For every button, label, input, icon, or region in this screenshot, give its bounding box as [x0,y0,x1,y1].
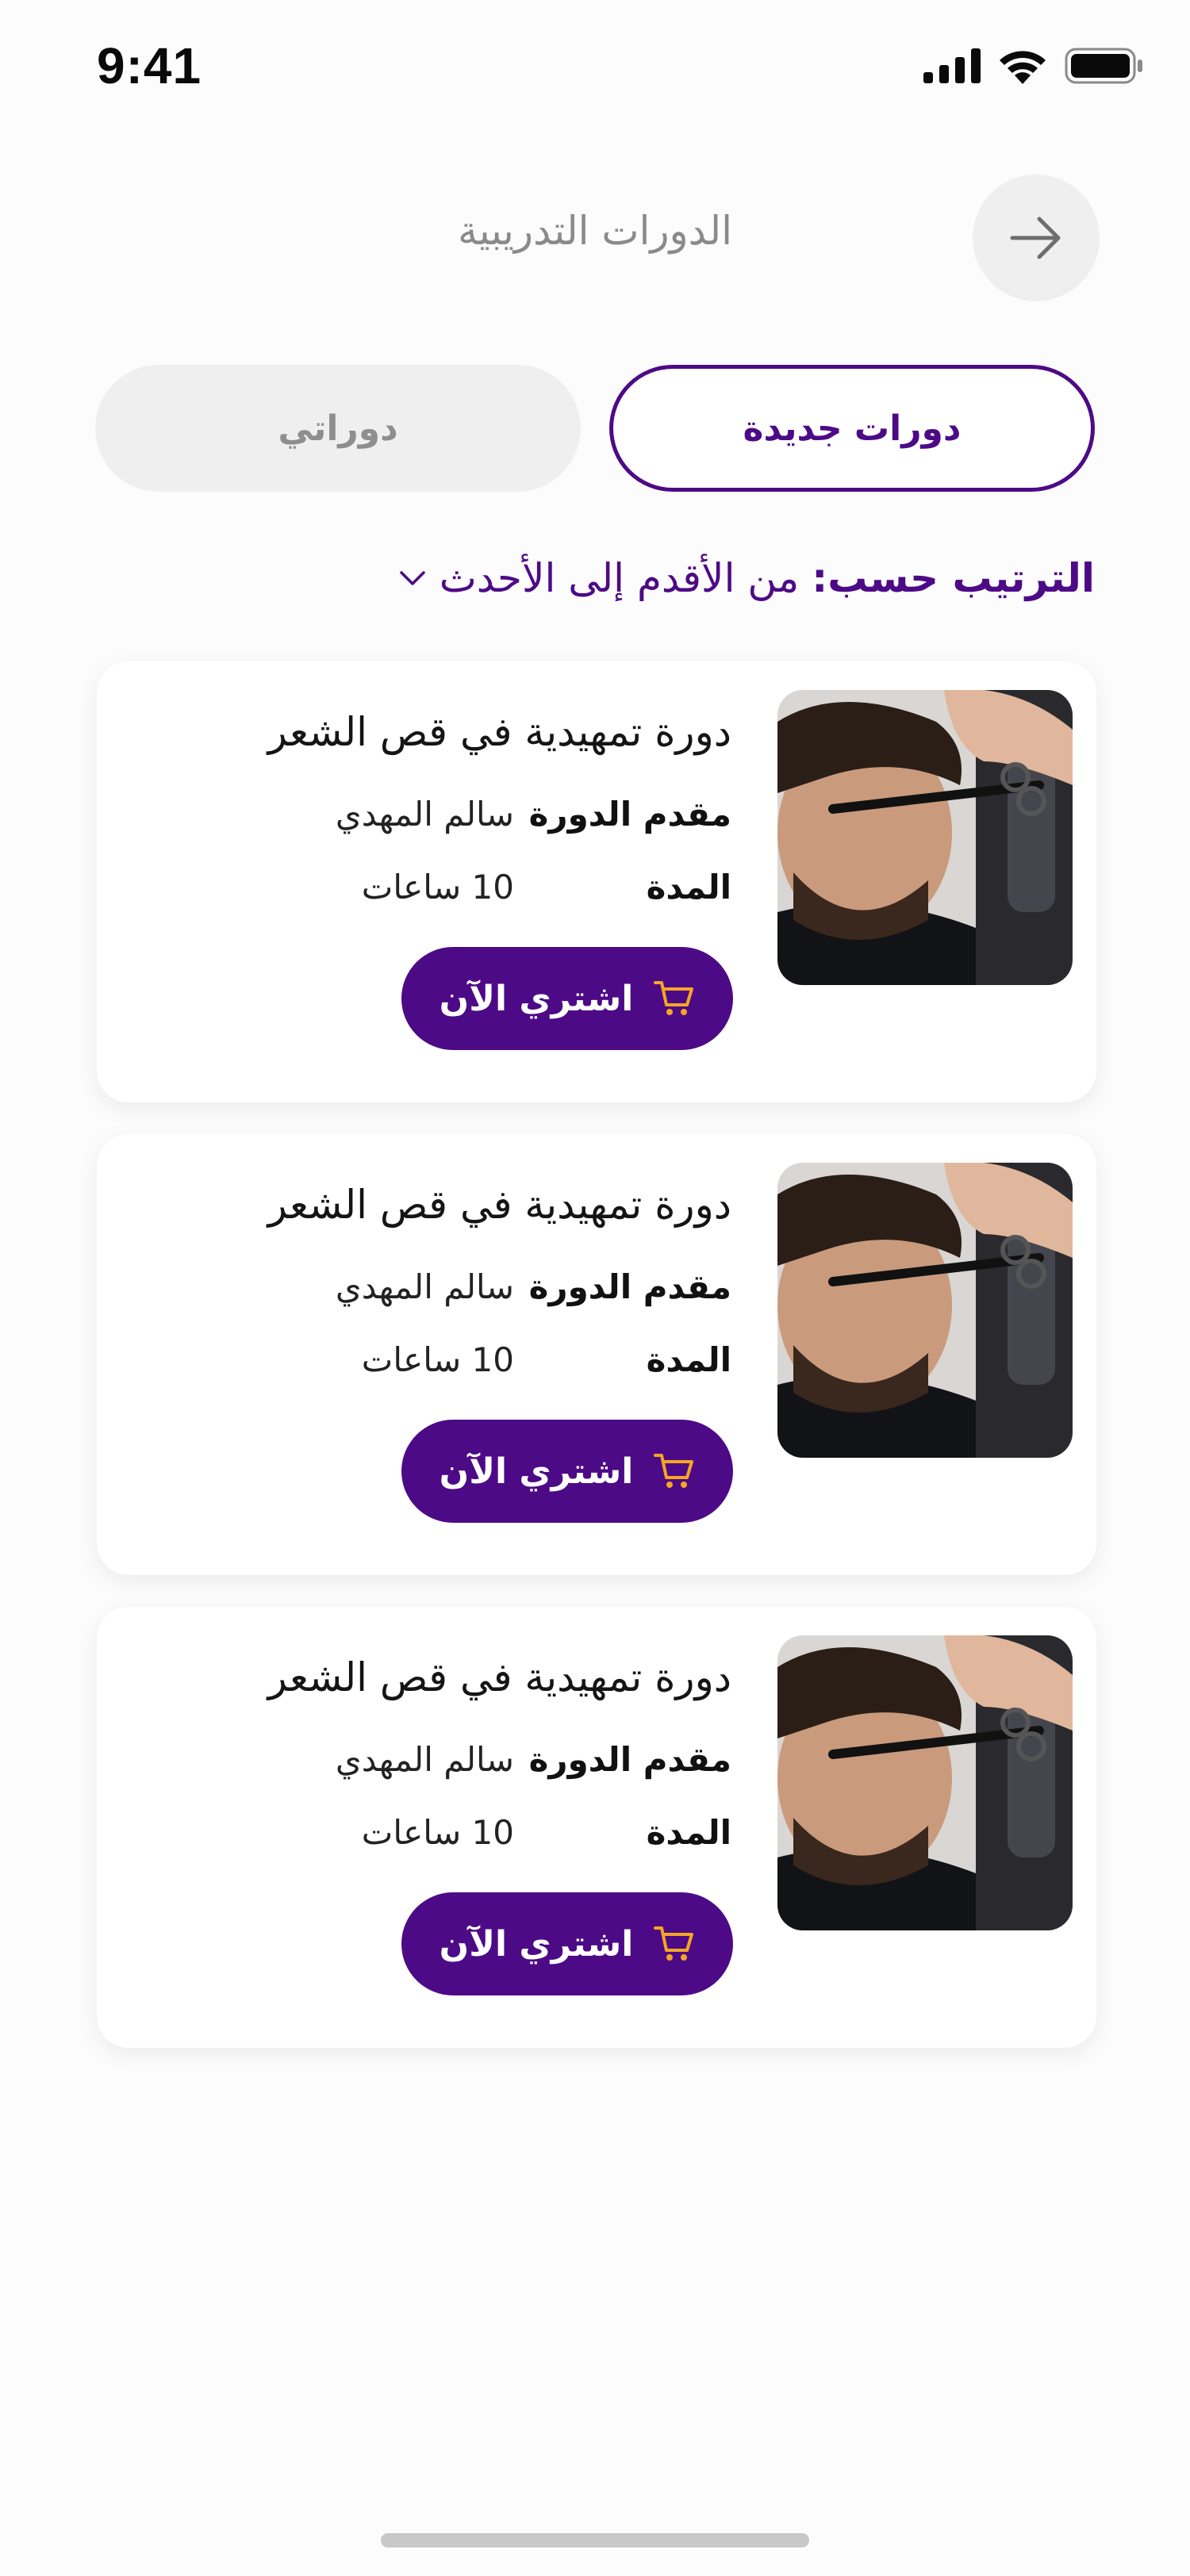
duration-value: 10 ساعات [361,868,514,907]
course-title: دورة تمهيدية في قص الشعر [267,1654,731,1700]
course-thumbnail [777,1163,1073,1458]
buy-now-button[interactable]: اشتري الآن [401,1892,733,1995]
duration-row: المدة 10 ساعات [362,868,731,907]
instructor-row: مقدم الدورة سالم المهدي [336,795,731,834]
buy-now-label: اشتري الآن [439,978,634,1019]
status-time: 9:41 [97,37,202,94]
instructor-label: مقدم الدورة [528,1267,731,1306]
buy-now-label: اشتري الآن [439,1451,634,1492]
course-card[interactable]: دورة تمهيدية في قص الشعر مقدم الدورة سال… [97,1607,1096,2048]
duration-row: المدة 10 ساعات [362,1340,731,1379]
duration-row: المدة 10 ساعات [362,1813,731,1852]
duration-label: المدة [646,868,731,907]
battery-icon [1065,48,1142,84]
course-card[interactable]: دورة تمهيدية في قص الشعر مقدم الدورة سال… [97,1134,1096,1575]
instructor-label: مقدم الدورة [528,795,731,834]
status-icons [923,48,1144,84]
tab-new-courses[interactable]: دورات جديدة [609,365,1095,492]
home-indicator[interactable] [381,2533,809,2547]
instructor-label: مقدم الدورة [528,1740,731,1779]
wifi-icon [1000,51,1046,84]
instructor-name: سالم المهدي [335,1740,514,1779]
cart-icon [654,981,694,1015]
instructor-row: مقدم الدورة سالم المهدي [336,1740,731,1779]
buy-now-label: اشتري الآن [439,1923,634,1965]
duration-label: المدة [646,1813,731,1852]
page-title: الدورات التدريبية [457,208,733,254]
buy-now-button[interactable]: اشتري الآن [401,947,733,1050]
course-thumbnail [777,690,1073,985]
course-thumbnail [777,1635,1073,1930]
status-bar: 9:41 [0,0,1190,135]
instructor-name: سالم المهدي [335,1267,514,1306]
duration-value: 10 ساعات [361,1340,514,1379]
course-title: دورة تمهيدية في قص الشعر [267,709,731,755]
sort-dropdown[interactable]: الترتيب حسب: من الأقدم إلى الأحدث [398,555,1095,601]
cart-icon [654,1454,694,1488]
sort-label: الترتيب حسب: [812,555,1095,601]
cart-icon [654,1926,694,1961]
instructor-name: سالم المهدي [335,795,514,834]
buy-now-button[interactable]: اشتري الآن [401,1420,733,1523]
chevron-down-icon [399,571,425,585]
sort-value: من الأقدم إلى الأحدث [439,555,800,601]
cellular-signal-icon [923,48,981,83]
tab-my-courses[interactable]: دوراتي [95,365,581,492]
course-card[interactable]: دورة تمهيدية في قص الشعر مقدم الدورة سال… [97,661,1096,1102]
instructor-row: مقدم الدورة سالم المهدي [336,1267,731,1306]
duration-value: 10 ساعات [361,1813,514,1852]
duration-label: المدة [646,1340,731,1379]
course-title: دورة تمهيدية في قص الشعر [267,1182,731,1228]
